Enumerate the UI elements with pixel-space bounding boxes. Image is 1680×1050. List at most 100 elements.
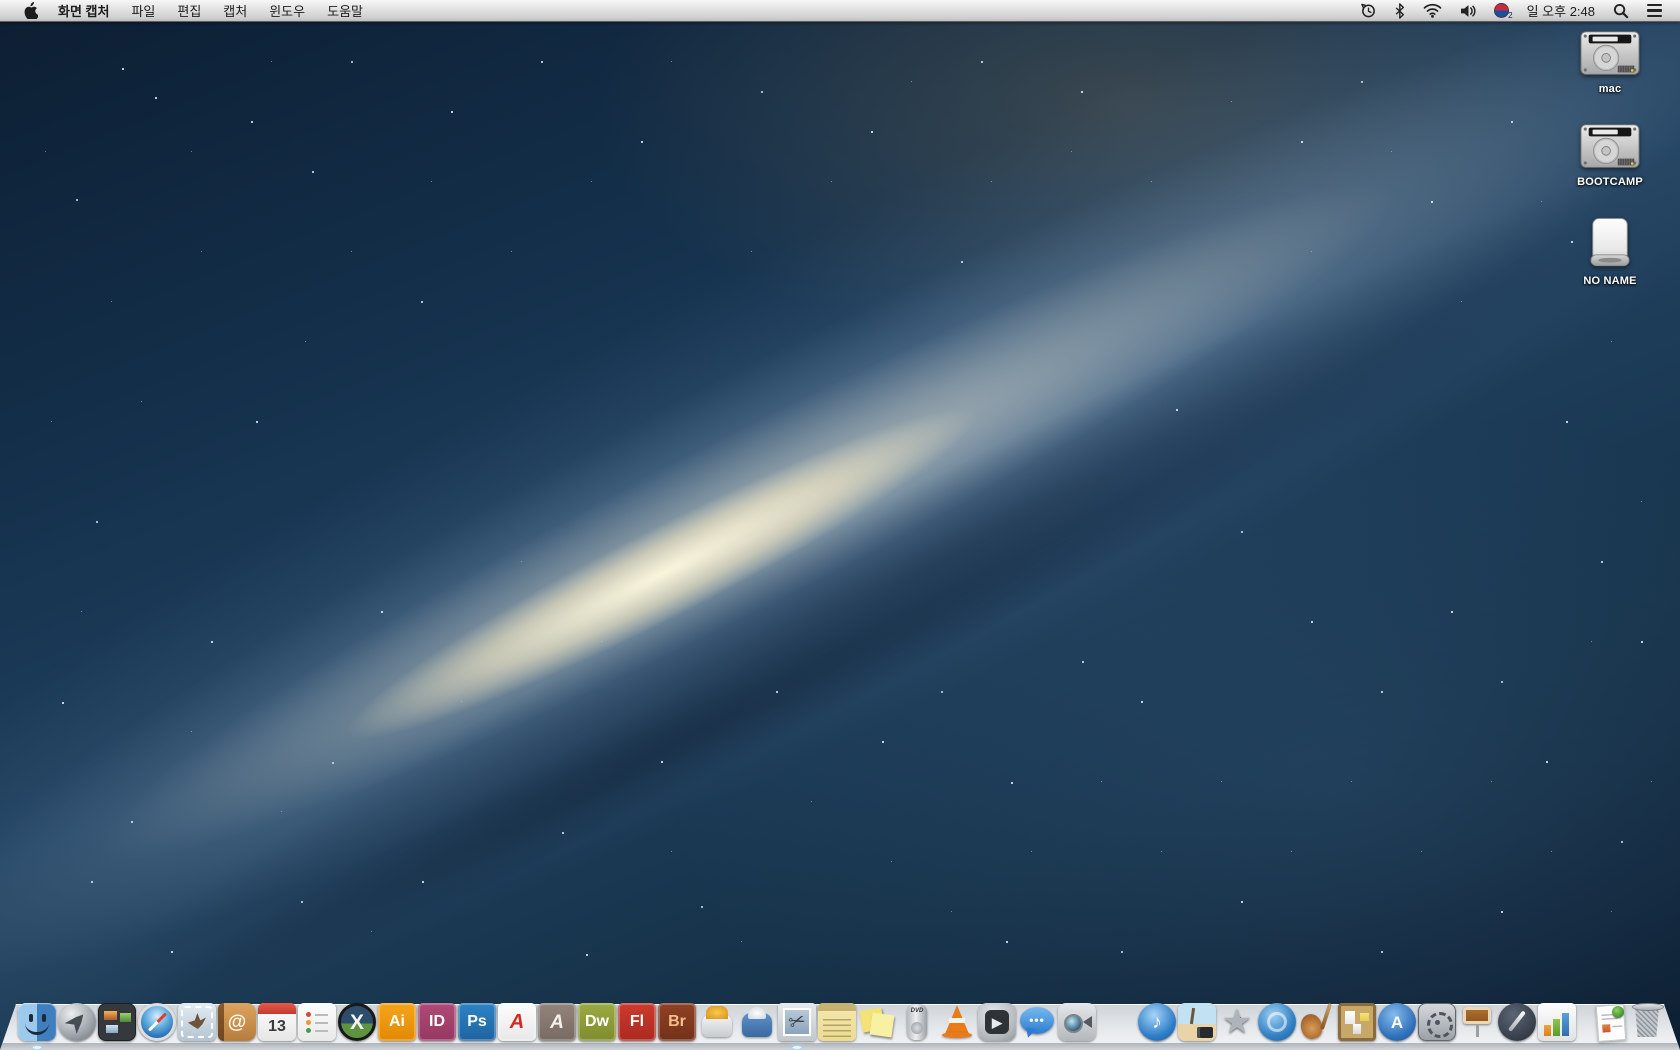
acrobat-reader-glyph: A bbox=[509, 1011, 525, 1033]
menu-help-label: 도움말 bbox=[327, 4, 363, 19]
grab-screen-capture-running-indicator bbox=[792, 1046, 802, 1049]
safari-dock-icon[interactable] bbox=[138, 1003, 176, 1041]
dreamweaver-dock-icon[interactable]: Dw bbox=[578, 1003, 616, 1041]
volume-menu[interactable] bbox=[1452, 0, 1484, 21]
bridge-glyph: Br bbox=[668, 1013, 686, 1030]
wifi-menu[interactable] bbox=[1415, 0, 1450, 21]
quicktime-player-dock-icon[interactable]: ▶ bbox=[978, 1003, 1016, 1041]
galaxy-dust-lane bbox=[0, 0, 1680, 1050]
apple-menu[interactable] bbox=[14, 0, 47, 21]
drive-bootcamp[interactable]: BOOTCAMP bbox=[1562, 123, 1658, 188]
facetime-dock-icon[interactable] bbox=[1058, 1003, 1096, 1041]
pages-dock-icon[interactable] bbox=[1498, 1003, 1536, 1041]
time-machine-icon bbox=[1360, 3, 1375, 18]
reminders-dock-icon[interactable] bbox=[298, 1003, 336, 1041]
menu-edit-label: 편집 bbox=[177, 4, 202, 19]
numbers-dock-icon[interactable] bbox=[1538, 1003, 1576, 1041]
drive-mac[interactable]: mac bbox=[1562, 30, 1658, 95]
itunes-dock-icon[interactable]: ♪ bbox=[1138, 1003, 1176, 1041]
illustrator-dock-icon[interactable]: Ai bbox=[378, 1003, 416, 1041]
finder-running-indicator bbox=[32, 1046, 42, 1049]
menu-window[interactable]: 윈도우 bbox=[258, 0, 316, 21]
acrobat-distiller-glyph: A bbox=[550, 1011, 564, 1033]
bridge-dock-icon[interactable]: Br bbox=[658, 1003, 696, 1041]
menu-bar: 화면 캡처 파일 편집 캡처 윈도우 도움말 2 일 오후 2:48 bbox=[0, 0, 1680, 22]
pinboard-dock-icon[interactable] bbox=[1338, 1003, 1376, 1041]
indesign-glyph: ID bbox=[429, 1013, 445, 1030]
photo-booth-dock-icon[interactable] bbox=[1098, 1003, 1136, 1041]
korean-flag-icon: 2 bbox=[1493, 3, 1513, 20]
trash-dock-icon[interactable] bbox=[1632, 1003, 1664, 1041]
system-preferences-dock-icon[interactable] bbox=[1418, 1003, 1456, 1041]
time-machine-menu[interactable] bbox=[1352, 0, 1385, 21]
indesign-dock-icon[interactable]: ID bbox=[418, 1003, 456, 1041]
notification-center-icon bbox=[1647, 3, 1662, 18]
menu-capture-label: 캡처 bbox=[223, 4, 248, 19]
menu-help[interactable]: 도움말 bbox=[316, 0, 374, 21]
menu-app-name[interactable]: 화면 캡처 bbox=[47, 0, 120, 21]
xee-glyph: X bbox=[349, 1010, 364, 1034]
galaxy-wallpaper bbox=[0, 0, 1680, 1050]
wifi-icon bbox=[1423, 3, 1441, 18]
dock: @13 X Ai ID Ps A A Dw Fl Br ✂ DVD ▶ ••• ♪ ★ A bbox=[0, 984, 1680, 1050]
illustrator-glyph: Ai bbox=[389, 1013, 405, 1030]
flash-glyph: Fl bbox=[629, 1013, 645, 1030]
dvd-player-dock-icon[interactable]: DVD bbox=[898, 1003, 936, 1041]
imovie-glyph: ★ bbox=[1221, 1003, 1253, 1041]
xee-dock-icon[interactable]: X bbox=[338, 1003, 376, 1041]
iphoto-dock-icon[interactable] bbox=[1178, 1003, 1216, 1041]
app-store-dock-icon[interactable]: A bbox=[1378, 1003, 1416, 1041]
calendar-dock-icon[interactable]: 13 bbox=[258, 1003, 296, 1041]
acrobat-distiller-dock-icon[interactable]: A bbox=[538, 1003, 576, 1041]
clock-label: 일 오후 2:48 bbox=[1526, 4, 1595, 19]
messages-dock-icon[interactable]: ••• bbox=[1018, 1003, 1056, 1041]
dock-separator bbox=[1578, 997, 1590, 1041]
acrobat-reader-dock-icon[interactable]: A bbox=[498, 1003, 536, 1041]
garageband-dock-icon[interactable] bbox=[1298, 1003, 1336, 1041]
external-drive-icon bbox=[1590, 218, 1630, 267]
documents-stack-dock-icon[interactable] bbox=[1592, 1003, 1630, 1041]
idvd-dock-icon[interactable] bbox=[1258, 1003, 1296, 1041]
notification-center-menu[interactable] bbox=[1639, 0, 1670, 21]
dock-icon-row: @13 X Ai ID Ps A A Dw Fl Br ✂ DVD ▶ ••• ♪ ★ A bbox=[0, 997, 1680, 1049]
quicktime-player-glyph: ▶ bbox=[992, 1014, 1002, 1030]
bluetooth-menu[interactable] bbox=[1387, 0, 1413, 21]
keynote-dock-icon[interactable] bbox=[1458, 1003, 1496, 1041]
finder-dock-icon[interactable] bbox=[18, 1003, 56, 1049]
dvd-player-glyph: DVD bbox=[910, 1008, 924, 1014]
internal-hdd-icon bbox=[1580, 31, 1640, 75]
launchpad-dock-icon[interactable] bbox=[58, 1003, 96, 1041]
contacts-glyph: @ bbox=[227, 1011, 247, 1033]
internal-hdd-icon bbox=[1580, 124, 1640, 168]
app-name-label: 화면 캡처 bbox=[58, 4, 110, 19]
drive-label: NO NAME bbox=[1583, 275, 1637, 287]
itunes-glyph: ♪ bbox=[1152, 1011, 1162, 1033]
app-store-glyph: A bbox=[1390, 1012, 1404, 1032]
vlc-dock-icon[interactable] bbox=[938, 1003, 976, 1041]
grab-screen-capture-dock-icon[interactable]: ✂ bbox=[778, 1003, 816, 1049]
notes-dock-icon[interactable] bbox=[818, 1003, 856, 1041]
menu-edit[interactable]: 편집 bbox=[166, 0, 212, 21]
menu-file[interactable]: 파일 bbox=[120, 0, 166, 21]
toast-titanium-dock-icon[interactable] bbox=[698, 1003, 736, 1041]
toast-blue-dock-icon[interactable] bbox=[738, 1003, 776, 1041]
input-source-badge: 2 bbox=[1508, 11, 1513, 20]
desktop-screen: 화면 캡처 파일 편집 캡처 윈도우 도움말 2 일 오후 2:48 mac B… bbox=[0, 0, 1680, 1050]
stickies-dock-icon[interactable] bbox=[858, 1003, 896, 1041]
drive-label: mac bbox=[1598, 83, 1622, 95]
apple-logo-icon bbox=[24, 2, 38, 19]
mail-dock-icon[interactable] bbox=[178, 1003, 216, 1041]
drive-no-name[interactable]: NO NAME bbox=[1562, 216, 1658, 287]
mission-control-dock-icon[interactable] bbox=[98, 1003, 136, 1041]
menu-window-label: 윈도우 bbox=[269, 4, 306, 19]
menu-file-label: 파일 bbox=[131, 4, 156, 19]
photoshop-dock-icon[interactable]: Ps bbox=[458, 1003, 496, 1041]
flash-dock-icon[interactable]: Fl bbox=[618, 1003, 656, 1041]
spotlight-menu[interactable] bbox=[1605, 0, 1637, 21]
menu-clock[interactable]: 일 오후 2:48 bbox=[1519, 1, 1603, 20]
menu-capture[interactable]: 캡처 bbox=[212, 0, 258, 21]
imovie-dock-icon[interactable]: ★ bbox=[1218, 1003, 1256, 1041]
input-source-menu[interactable]: 2 bbox=[1486, 0, 1517, 21]
contacts-dock-icon[interactable]: @ bbox=[218, 1003, 256, 1041]
photoshop-glyph: Ps bbox=[467, 1013, 487, 1030]
